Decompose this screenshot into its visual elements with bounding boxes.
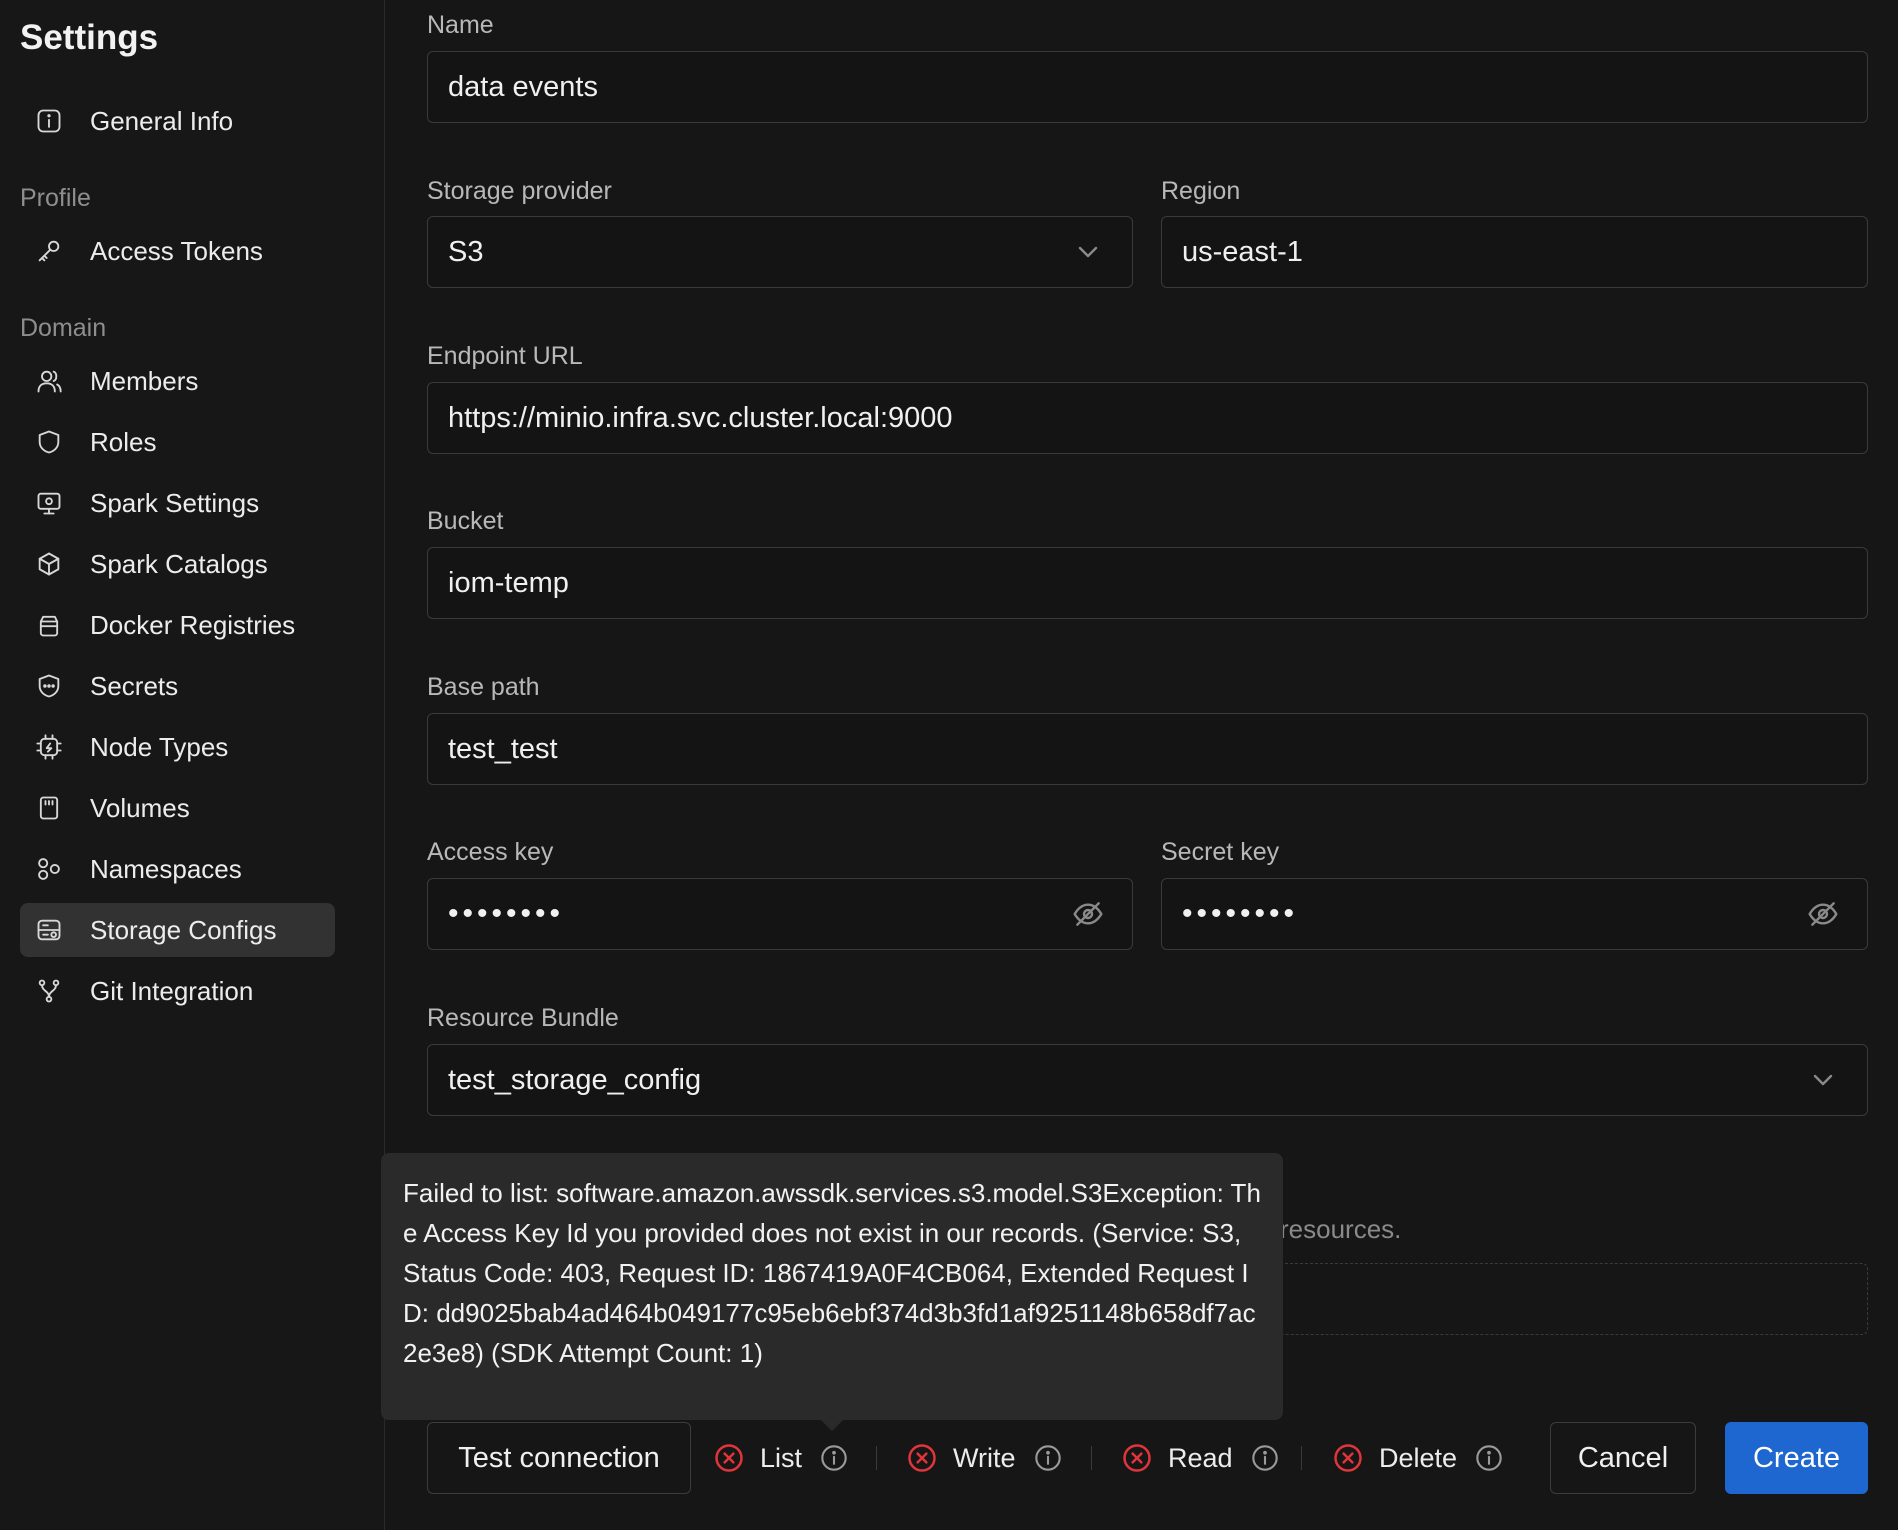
sidebar-item-secrets[interactable]: Secrets [20, 659, 335, 713]
sidebar-item-label: Node Types [90, 731, 229, 762]
section-label-domain: Domain [20, 314, 107, 342]
region-input[interactable]: us-east-1 [1161, 216, 1868, 288]
resource-bundle-label: Resource Bundle [427, 1004, 619, 1032]
create-button[interactable]: Create [1725, 1422, 1868, 1494]
secret-key-label: Secret key [1161, 838, 1280, 866]
access-key-label: Access key [427, 838, 554, 866]
check-label: Read [1168, 1442, 1233, 1473]
base-path-label: Base path [427, 673, 540, 701]
namespaces-icon [34, 854, 64, 884]
sidebar-item-storage-configs[interactable]: Storage Configs [20, 903, 335, 957]
check-label: List [760, 1442, 803, 1473]
cpu-icon [34, 732, 64, 762]
chevron-down-icon [1805, 1062, 1841, 1098]
resource-bundle-select[interactable]: test_storage_config [427, 1044, 1868, 1116]
info-circle-icon[interactable] [820, 1444, 848, 1472]
storage-card-icon [34, 793, 64, 823]
bucket-value: iom-temp [448, 566, 569, 599]
check-delete: Delete [1333, 1422, 1503, 1494]
sidebar-item-members[interactable]: Members [20, 354, 335, 408]
sidebar-item-namespaces[interactable]: Namespaces [20, 842, 335, 896]
sidebar-item-roles[interactable]: Roles [20, 415, 335, 469]
access-key-value: •••••••• [448, 897, 565, 930]
info-circle-icon[interactable] [1034, 1444, 1062, 1472]
storage-provider-select[interactable]: S3 [427, 216, 1133, 288]
error-circle-icon [1122, 1443, 1152, 1473]
sidebar-item-general-info[interactable]: General Info [20, 94, 335, 148]
field-hint-text: resources. [1280, 1214, 1402, 1244]
name-input[interactable]: data events [427, 51, 1868, 123]
cancel-button[interactable]: Cancel [1550, 1422, 1696, 1494]
storage-provider-value: S3 [448, 235, 484, 268]
sidebar-item-label: Volumes [90, 792, 190, 823]
sidebar-item-git-integration[interactable]: Git Integration [20, 964, 335, 1018]
endpoint-url-input[interactable]: https://minio.infra.svc.cluster.local:90… [427, 382, 1868, 454]
sidebar-item-access-tokens[interactable]: Access Tokens [20, 224, 335, 278]
secret-key-value: •••••••• [1182, 897, 1299, 930]
sidebar-item-volumes[interactable]: Volumes [20, 781, 335, 835]
endpoint-url-label: Endpoint URL [427, 342, 583, 370]
settings-sidebar: Settings General Info Profile Access Tok… [0, 0, 385, 1530]
shield-icon [34, 427, 64, 457]
users-icon [34, 366, 64, 396]
info-circle-icon[interactable] [1475, 1444, 1503, 1472]
divider [876, 1446, 877, 1470]
endpoint-url-value: https://minio.infra.svc.cluster.local:90… [448, 401, 953, 434]
eye-off-icon[interactable] [1805, 896, 1841, 932]
resource-bundle-value: test_storage_config [448, 1063, 702, 1096]
info-circle-icon[interactable] [1251, 1444, 1279, 1472]
check-write: Write [907, 1422, 1062, 1494]
git-branch-icon [34, 976, 64, 1006]
cube-icon [34, 549, 64, 579]
test-connection-button[interactable]: Test connection [427, 1422, 691, 1494]
sidebar-item-spark-catalogs[interactable]: Spark Catalogs [20, 537, 335, 591]
sidebar-item-label: Docker Registries [90, 609, 296, 640]
chevron-down-icon [1070, 234, 1106, 270]
key-icon [34, 236, 64, 266]
sidebar-item-docker-registries[interactable]: Docker Registries [20, 598, 335, 652]
storage-provider-label: Storage provider [427, 177, 612, 205]
error-circle-icon [1333, 1443, 1363, 1473]
error-tooltip: Failed to list: software.amazon.awssdk.s… [381, 1153, 1283, 1420]
info-icon [34, 106, 64, 136]
sidebar-item-spark-settings[interactable]: Spark Settings [20, 476, 335, 530]
check-list: List [714, 1422, 848, 1494]
sidebar-item-label: Secrets [90, 670, 179, 701]
region-label: Region [1161, 177, 1241, 205]
eye-off-icon[interactable] [1070, 896, 1106, 932]
sidebar-item-label: Spark Settings [90, 487, 260, 518]
divider [1091, 1446, 1092, 1470]
section-label-profile: Profile [20, 184, 91, 212]
name-label: Name [427, 11, 494, 39]
sidebar-item-label: Members [90, 365, 199, 396]
base-path-value: test_test [448, 732, 558, 765]
sidebar-item-label: General Info [90, 105, 234, 136]
check-label: Delete [1379, 1442, 1458, 1473]
check-label: Write [953, 1442, 1016, 1473]
storage-configs-icon [34, 915, 64, 945]
secret-key-input[interactable]: •••••••• [1161, 878, 1868, 950]
sidebar-title: Settings [20, 18, 159, 57]
bucket-input[interactable]: iom-temp [427, 547, 1868, 619]
region-value: us-east-1 [1182, 235, 1303, 268]
base-path-input[interactable]: test_test [427, 713, 1868, 785]
container-icon [34, 610, 64, 640]
sidebar-item-label: Spark Catalogs [90, 548, 268, 579]
dashed-input-field[interactable] [1270, 1263, 1868, 1335]
check-read: Read [1122, 1422, 1279, 1494]
shield-dots-icon [34, 671, 64, 701]
divider [1301, 1446, 1302, 1470]
error-circle-icon [714, 1443, 744, 1473]
bucket-label: Bucket [427, 507, 504, 535]
name-value: data events [448, 70, 598, 103]
sidebar-item-label: Storage Configs [90, 914, 277, 945]
sidebar-item-label: Roles [90, 426, 157, 457]
sidebar-item-label: Git Integration [90, 975, 254, 1006]
sidebar-item-node-types[interactable]: Node Types [20, 720, 335, 774]
sidebar-item-label: Namespaces [90, 853, 242, 884]
error-circle-icon [907, 1443, 937, 1473]
sidebar-item-label: Access Tokens [90, 235, 263, 266]
monitor-settings-icon [34, 488, 64, 518]
access-key-input[interactable]: •••••••• [427, 878, 1133, 950]
